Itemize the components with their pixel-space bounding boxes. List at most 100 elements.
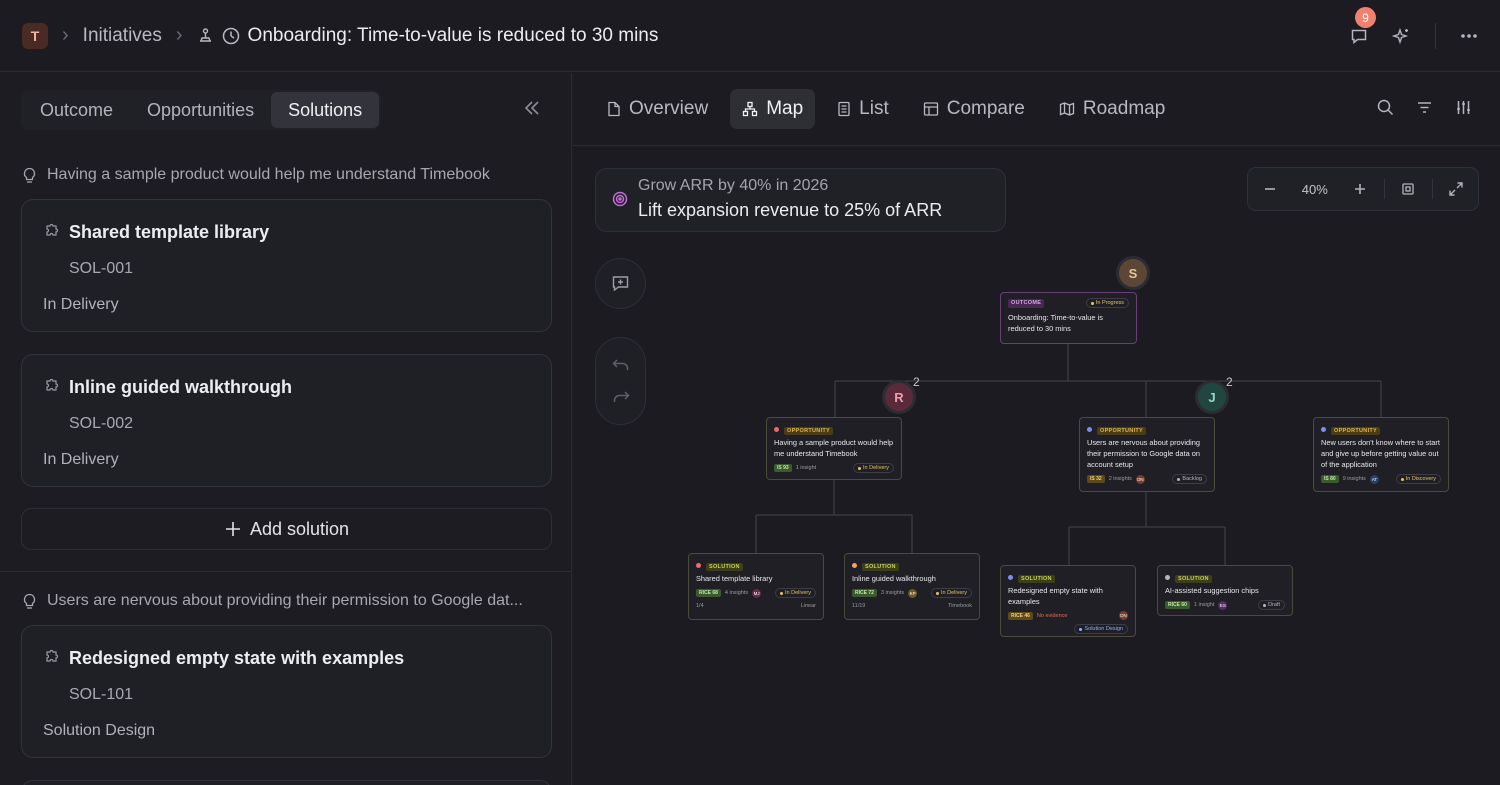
solution-card[interactable]: Shared template library SOL-001 In Deliv… xyxy=(21,199,552,332)
node-type-tag: OPPORTUNITY xyxy=(784,427,834,435)
avatar[interactable]: J xyxy=(1195,380,1229,414)
divider xyxy=(1435,23,1436,49)
opportunity-node[interactable]: OPPORTUNITY New users don't know where t… xyxy=(1313,417,1449,492)
outcome-node[interactable]: OUTCOME In Progress Onboarding: Time-to-v… xyxy=(1000,292,1137,344)
solution-card[interactable] xyxy=(21,780,552,785)
collapse-panel-button[interactable] xyxy=(522,98,542,118)
opportunity-group-heading: Users are nervous about providing their … xyxy=(22,592,523,610)
owner-avatar: MJ xyxy=(752,588,762,598)
node-type-tag: OPPORTUNITY xyxy=(1097,427,1147,435)
progress-text: 1/4 xyxy=(696,603,704,609)
breadcrumb-initiatives[interactable]: Initiatives xyxy=(83,25,162,47)
progress-text: 11/19 xyxy=(852,603,866,609)
score-badge: IS 32 xyxy=(1087,475,1105,483)
status-pill: In Delivery xyxy=(853,463,894,473)
tab-opportunities[interactable]: Opportunities xyxy=(130,92,271,128)
solution-title: Redesigned empty state with examples xyxy=(69,648,405,668)
owner-avatar: ES xyxy=(1218,600,1228,610)
solution-id: SOL-001 xyxy=(69,260,134,277)
node-type-tag: OPPORTUNITY xyxy=(1331,427,1381,435)
solution-card[interactable]: Redesigned empty state with examples SOL… xyxy=(21,625,552,758)
node-type-tag: SOLUTION xyxy=(862,563,899,571)
status-pill: Solution Design xyxy=(1074,624,1128,634)
insights-count: 2 insights xyxy=(1108,476,1132,482)
joystick-icon xyxy=(197,27,214,44)
node-title: Redesigned empty state with examples xyxy=(1008,586,1103,606)
puzzle-icon xyxy=(45,648,60,668)
opportunity-node[interactable]: OPPORTUNITY Having a sample product woul… xyxy=(766,417,902,480)
owner-avatar: AT xyxy=(1369,474,1379,484)
source-label: Timebook xyxy=(948,603,972,609)
solution-card[interactable]: Inline guided walkthrough SOL-002 In Del… xyxy=(21,354,552,487)
top-bar: T › Initiatives › Onboarding: Time-to-va… xyxy=(0,0,1500,72)
insights-count: 1 insight xyxy=(1193,602,1215,608)
solution-status: Solution Design xyxy=(43,722,156,739)
comment-icon xyxy=(1351,29,1367,45)
owner-avatar: DN xyxy=(1135,474,1145,484)
insights-count: 1 insight xyxy=(795,465,817,471)
solution-node[interactable]: SOLUTION Redesigned empty state with exa… xyxy=(1000,565,1136,637)
solution-id: SOL-002 xyxy=(69,415,134,432)
chevron-right-icon: › xyxy=(62,24,69,46)
ai-sparkle-button[interactable] xyxy=(1392,27,1411,46)
avatar-count: 2 xyxy=(1226,375,1233,389)
ellipsis-icon xyxy=(1461,34,1477,38)
solution-node[interactable]: SOLUTION Shared template library RICE 68… xyxy=(688,553,824,620)
solution-status: In Delivery xyxy=(43,296,119,313)
score-badge: IS 93 xyxy=(774,464,792,472)
chevron-right-icon: › xyxy=(175,24,183,46)
tab-outcome[interactable]: Outcome xyxy=(23,92,130,128)
double-chevron-left-icon xyxy=(524,101,539,115)
insights-count: 4 insights xyxy=(724,590,749,596)
divider xyxy=(0,571,572,572)
node-type-tag: SOLUTION xyxy=(1018,575,1055,583)
more-options-button[interactable] xyxy=(1460,33,1478,39)
workspace-badge[interactable]: T xyxy=(22,22,48,49)
left-panel: Outcome Opportunities Solutions Having a… xyxy=(0,73,572,785)
status-pill: In Delivery xyxy=(775,588,816,598)
solution-title: Inline guided walkthrough xyxy=(69,377,292,397)
page-title: Onboarding: Time-to-value is reduced to … xyxy=(247,24,659,46)
opportunity-node[interactable]: OPPORTUNITY Users are nervous about prov… xyxy=(1079,417,1215,492)
owner-avatar: DN xyxy=(1119,611,1128,620)
status-pill: Backlog xyxy=(1172,474,1207,484)
tab-solutions[interactable]: Solutions xyxy=(271,92,380,128)
source-label: Linear xyxy=(800,603,816,609)
node-title: Shared template library xyxy=(696,574,773,583)
insights-count: 3 insights xyxy=(880,590,905,596)
status-pill: In Discovery xyxy=(1395,474,1441,484)
status-pill: In Delivery xyxy=(931,588,972,598)
view-segmented-control: Outcome Opportunities Solutions xyxy=(21,90,382,130)
score-badge: RICE 60 xyxy=(1165,601,1190,609)
node-title: New users don't know where to start and … xyxy=(1321,438,1440,469)
status-pill: In Progress xyxy=(1085,298,1129,308)
plus-icon xyxy=(225,522,240,536)
node-title: Onboarding: Time-to-value is reduced to … xyxy=(1008,313,1103,333)
score-badge: RICE 72 xyxy=(852,589,877,597)
solution-node[interactable]: SOLUTION Inline guided walkthrough RICE … xyxy=(844,553,980,620)
node-title: Inline guided walkthrough xyxy=(852,574,936,583)
avatar-count: 2 xyxy=(913,375,920,389)
avatar[interactable]: S xyxy=(1116,256,1150,290)
puzzle-icon xyxy=(45,222,60,242)
comments-button[interactable]: 9 xyxy=(1350,7,1376,45)
status-pill: Draft xyxy=(1258,600,1285,610)
lightbulb-icon xyxy=(23,593,36,609)
node-type-tag: SOLUTION xyxy=(1175,575,1212,583)
owner-avatar: KP xyxy=(908,588,918,598)
add-solution-button[interactable]: Add solution xyxy=(21,508,552,550)
solution-title: Shared template library xyxy=(69,222,270,242)
node-title: Users are nervous about providing their … xyxy=(1087,438,1200,469)
node-type-tag: SOLUTION xyxy=(706,563,743,571)
node-title: Having a sample product would help me un… xyxy=(774,438,894,458)
insights-count: No evidence xyxy=(1036,612,1068,619)
node-type-tag: OUTCOME xyxy=(1008,298,1045,308)
sparkle-icon xyxy=(1392,27,1409,44)
solution-node[interactable]: SOLUTION AI-assisted suggestion chips RI… xyxy=(1157,565,1293,616)
progress-icon xyxy=(222,27,240,45)
avatar[interactable]: R xyxy=(882,380,916,414)
solution-status: In Delivery xyxy=(43,451,119,468)
map-panel: Overview Map List Compare Roadmap Grow A… xyxy=(573,73,1500,785)
score-badge: RICE 46 xyxy=(1008,611,1033,620)
puzzle-icon xyxy=(45,377,60,397)
